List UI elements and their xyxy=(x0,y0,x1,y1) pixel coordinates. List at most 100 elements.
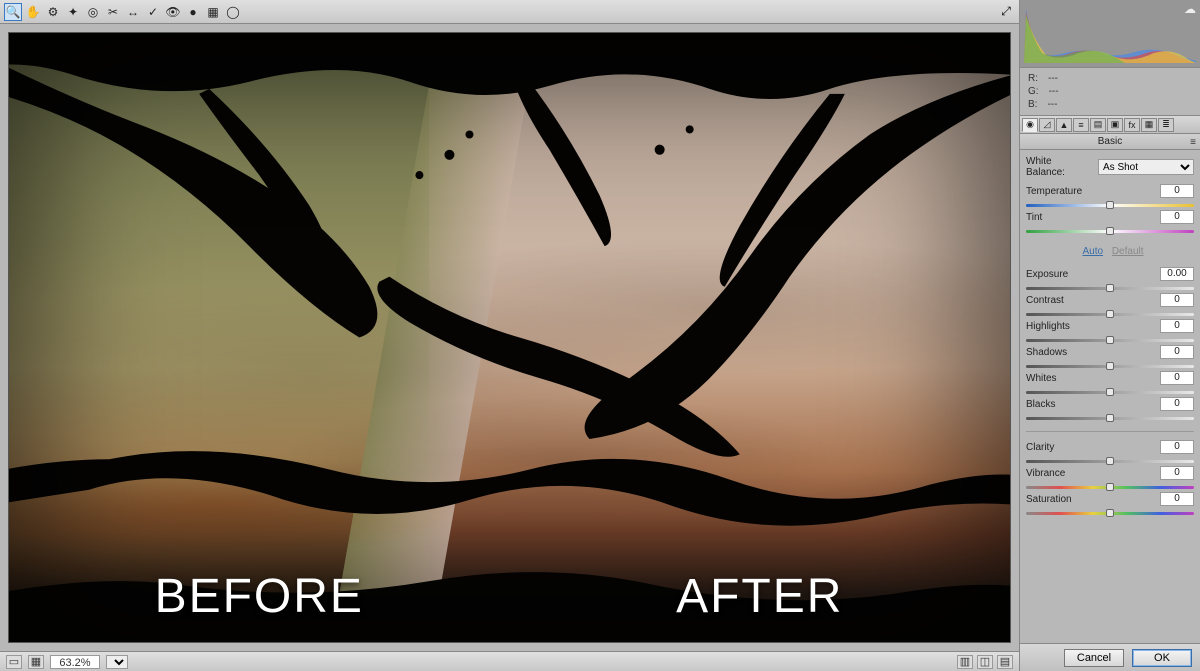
detail-tab[interactable]: ▲ xyxy=(1056,118,1072,132)
section-header: Basic ≡ xyxy=(1020,134,1200,150)
zoom-value[interactable]: 63.2% xyxy=(50,655,100,669)
ok-button[interactable]: OK xyxy=(1132,649,1192,667)
vibrance-value[interactable]: 0 xyxy=(1160,466,1194,480)
readout-g-label: G: xyxy=(1028,85,1039,98)
tint-value[interactable]: 0 xyxy=(1160,210,1194,224)
whites-label: Whites xyxy=(1026,373,1057,384)
contrast-label: Contrast xyxy=(1026,295,1064,306)
graduated-filter-tool[interactable]: ▦ xyxy=(204,3,222,21)
whites-slider[interactable] xyxy=(1026,387,1194,397)
saturation-value[interactable]: 0 xyxy=(1160,492,1194,506)
contrast-slider-row: Contrast 0 xyxy=(1026,293,1194,319)
hand-tool[interactable]: ✋ xyxy=(24,3,42,21)
targeted-adjustment-tool[interactable]: ◎ xyxy=(84,3,102,21)
whites-slider-row: Whites 0 xyxy=(1026,371,1194,397)
shadows-slider[interactable] xyxy=(1026,361,1194,371)
readout-r-label: R: xyxy=(1028,72,1038,85)
saturation-slider[interactable] xyxy=(1026,508,1194,518)
temperature-slider[interactable] xyxy=(1026,200,1194,210)
before-label: Before xyxy=(9,569,510,624)
temperature-slider-row: Temperature 0 xyxy=(1026,184,1194,210)
blacks-slider-row: Blacks 0 xyxy=(1026,397,1194,423)
toggle-fullscreen-button[interactable]: ⤢ xyxy=(997,3,1015,21)
hsl-tab[interactable]: ≡ xyxy=(1073,118,1089,132)
blacks-slider[interactable] xyxy=(1026,413,1194,423)
default-link[interactable]: Default xyxy=(1112,246,1144,257)
contrast-value[interactable]: 0 xyxy=(1160,293,1194,307)
shadows-slider-row: Shadows 0 xyxy=(1026,345,1194,371)
before-after-labels: Before After xyxy=(9,569,1010,624)
vibrance-slider[interactable] xyxy=(1026,482,1194,492)
tint-label: Tint xyxy=(1026,212,1042,223)
image-canvas[interactable]: Before After xyxy=(8,32,1011,643)
red-eye-tool[interactable]: 👁 xyxy=(164,3,182,21)
readout-b-value: --- xyxy=(1047,98,1057,111)
blacks-label: Blacks xyxy=(1026,399,1055,410)
zoom-select[interactable] xyxy=(106,655,128,669)
highlights-label: Highlights xyxy=(1026,321,1070,332)
temperature-label: Temperature xyxy=(1026,186,1082,197)
temperature-value[interactable]: 0 xyxy=(1160,184,1194,198)
clarity-value[interactable]: 0 xyxy=(1160,440,1194,454)
whites-value[interactable]: 0 xyxy=(1160,371,1194,385)
rgb-readout: R:--- G:--- B:--- xyxy=(1020,68,1200,116)
top-toolbar: 🔍✋⚙✦◎✂↔✓👁●▦◯ ⤢ xyxy=(0,0,1019,24)
cancel-button[interactable]: Cancel xyxy=(1064,649,1124,667)
panel-tabstrip: ◉◿▲≡▤▣fx▦≣ xyxy=(1020,116,1200,134)
effects-tab[interactable]: fx xyxy=(1124,118,1140,132)
presets-tab[interactable]: ≣ xyxy=(1158,118,1174,132)
main-area: 🔍✋⚙✦◎✂↔✓👁●▦◯ ⤢ xyxy=(0,0,1020,671)
saturation-label: Saturation xyxy=(1026,494,1072,505)
color-sampler-tool[interactable]: ✦ xyxy=(64,3,82,21)
right-panel: ☁ R:--- G:--- B:--- ◉◿▲≡▤▣fx▦≣ Basic ≡ W… xyxy=(1020,0,1200,671)
camera-calibration-tab[interactable]: ▦ xyxy=(1141,118,1157,132)
white-balance-tool[interactable]: ⚙ xyxy=(44,3,62,21)
radial-filter-tool[interactable]: ◯ xyxy=(224,3,242,21)
clarity-slider[interactable] xyxy=(1026,456,1194,466)
zoom-tool[interactable]: 🔍 xyxy=(4,3,22,21)
exposure-label: Exposure xyxy=(1026,269,1068,280)
clarity-label: Clarity xyxy=(1026,442,1054,453)
view-grid-button[interactable]: ▦ xyxy=(28,655,44,669)
split-toning-tab[interactable]: ▤ xyxy=(1090,118,1106,132)
readout-b-label: B: xyxy=(1028,98,1037,111)
vibrance-label: Vibrance xyxy=(1026,468,1065,479)
dialog-footer: Cancel OK xyxy=(1020,643,1200,671)
status-bar: ▭ ▦ 63.2% ▥ ◫ ▤ xyxy=(0,651,1019,671)
exposure-slider-row: Exposure 0.00 xyxy=(1026,267,1194,293)
shadows-value[interactable]: 0 xyxy=(1160,345,1194,359)
exposure-value[interactable]: 0.00 xyxy=(1160,267,1194,281)
view-mode-button-2[interactable]: ▤ xyxy=(997,655,1013,669)
vibrance-slider-row: Vibrance 0 xyxy=(1026,466,1194,492)
after-label: After xyxy=(510,569,1011,624)
highlights-value[interactable]: 0 xyxy=(1160,319,1194,333)
basic-tab[interactable]: ◉ xyxy=(1022,118,1038,132)
tint-slider-row: Tint 0 xyxy=(1026,210,1194,236)
shadows-label: Shadows xyxy=(1026,347,1067,358)
contrast-slider[interactable] xyxy=(1026,309,1194,319)
exposure-slider[interactable] xyxy=(1026,283,1194,293)
section-title: Basic xyxy=(1098,136,1122,147)
highlights-slider[interactable] xyxy=(1026,335,1194,345)
tone-curve-tab[interactable]: ◿ xyxy=(1039,118,1055,132)
spot-removal-tool[interactable]: ✓ xyxy=(144,3,162,21)
white-balance-select[interactable]: As Shot xyxy=(1098,159,1194,175)
white-balance-label: White Balance: xyxy=(1026,156,1092,178)
cloud-icon: ☁ xyxy=(1184,2,1196,16)
lens-corrections-tab[interactable]: ▣ xyxy=(1107,118,1123,132)
blacks-value[interactable]: 0 xyxy=(1160,397,1194,411)
histogram[interactable]: ☁ xyxy=(1020,0,1200,68)
basic-controls: White Balance: As Shot Temperature 0 Tint 0… xyxy=(1020,150,1200,524)
clarity-slider-row: Clarity 0 xyxy=(1026,440,1194,466)
view-mode-button-1[interactable]: ◫ xyxy=(977,655,993,669)
tint-slider[interactable] xyxy=(1026,226,1194,236)
section-menu-button[interactable]: ≡ xyxy=(1190,135,1196,151)
canvas-wrap: Before After xyxy=(0,24,1019,651)
straighten-tool[interactable]: ↔ xyxy=(124,3,142,21)
filmstrip-toggle-button[interactable]: ▭ xyxy=(6,655,22,669)
readout-g-value: --- xyxy=(1049,85,1059,98)
adjustment-brush-tool[interactable]: ● xyxy=(184,3,202,21)
auto-link[interactable]: Auto xyxy=(1082,246,1103,257)
crop-tool[interactable]: ✂ xyxy=(104,3,122,21)
view-mode-button-0[interactable]: ▥ xyxy=(957,655,973,669)
